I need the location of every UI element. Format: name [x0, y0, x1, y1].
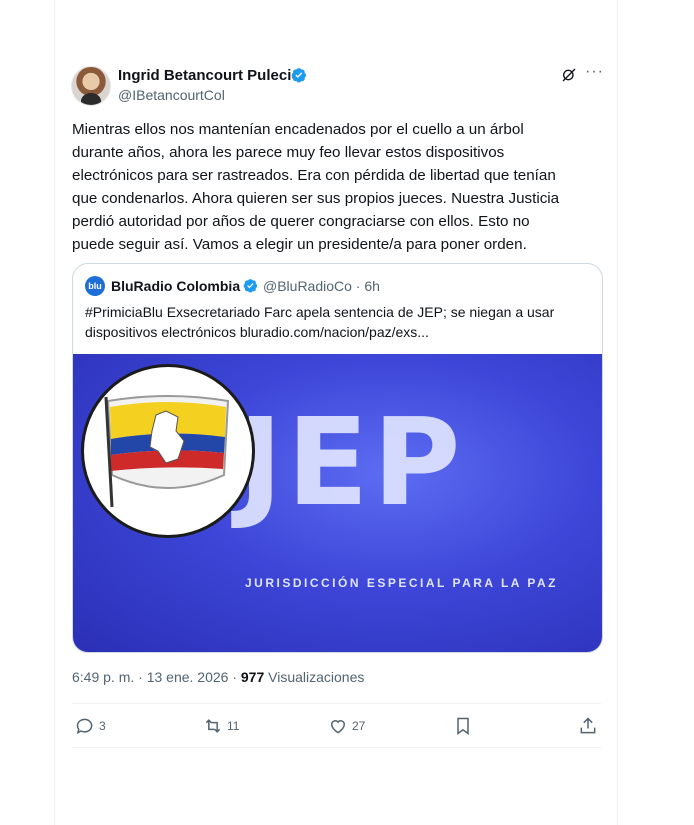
bookmark-button[interactable] [453, 712, 473, 740]
more-icon[interactable]: ··· [585, 63, 604, 81]
repost-count: 11 [227, 719, 240, 733]
like-count: 27 [352, 719, 366, 733]
repost-button[interactable]: 11 [203, 712, 239, 740]
share-icon [580, 717, 596, 734]
reply-count: 3 [99, 719, 106, 733]
quote-author-name[interactable]: BluRadio Colombia [111, 278, 240, 294]
like-icon [330, 720, 346, 734]
author-name[interactable]: Ingrid Betancourt Pulecio [118, 67, 301, 84]
bookmark-icon [457, 717, 469, 735]
grok-icon[interactable] [561, 67, 577, 83]
avatar[interactable] [71, 66, 111, 106]
like-button[interactable]: 27 [328, 712, 365, 740]
verified-badge-icon [243, 279, 258, 293]
tweet-timestamp[interactable]: 6:49 p. m. · 13 ene. 2026 · [72, 669, 241, 685]
timeline-border-right [617, 0, 618, 825]
quote-handle-time[interactable]: @BluRadioCo · 6h [263, 278, 380, 294]
quote-text: #PrimiciaBlu Exsecretariado Farc apela s… [85, 304, 555, 340]
action-bar: 3 11 27 [72, 712, 601, 740]
reply-button[interactable]: 3 [75, 712, 106, 740]
divider-bottom [72, 747, 601, 748]
bluradio-avatar[interactable]: blu [85, 276, 105, 296]
farc-flag-badge [81, 364, 255, 538]
verified-badge-icon[interactable] [291, 67, 307, 83]
author-handle[interactable]: @IBetancourtCol [118, 87, 225, 103]
views-count: 977 [240, 669, 265, 685]
colombia-flag-shield-icon [104, 395, 230, 508]
share-button[interactable] [578, 712, 598, 740]
repost-icon [205, 719, 221, 733]
reply-icon [76, 718, 93, 735]
quote-image[interactable]: JEP JURISDICCIÓN ESPECIAL PARA LA PAZ [73, 354, 602, 652]
divider-top [72, 703, 601, 704]
jep-logo-text: JEP [238, 394, 465, 533]
tweet-text: Mientras ellos nos mantenían encadenados… [72, 121, 560, 253]
timeline-border-left [54, 0, 55, 825]
quoted-tweet[interactable]: blu BluRadio Colombia @BluRadioCo · 6h #… [72, 263, 603, 653]
jep-subtitle: JURISDICCIÓN ESPECIAL PARA LA PAZ [245, 576, 558, 590]
tweet-metadata: 6:49 p. m. · 13 ene. 2026 · 977 Visualiz… [72, 669, 364, 685]
views-label: Visualizaciones [264, 669, 365, 685]
